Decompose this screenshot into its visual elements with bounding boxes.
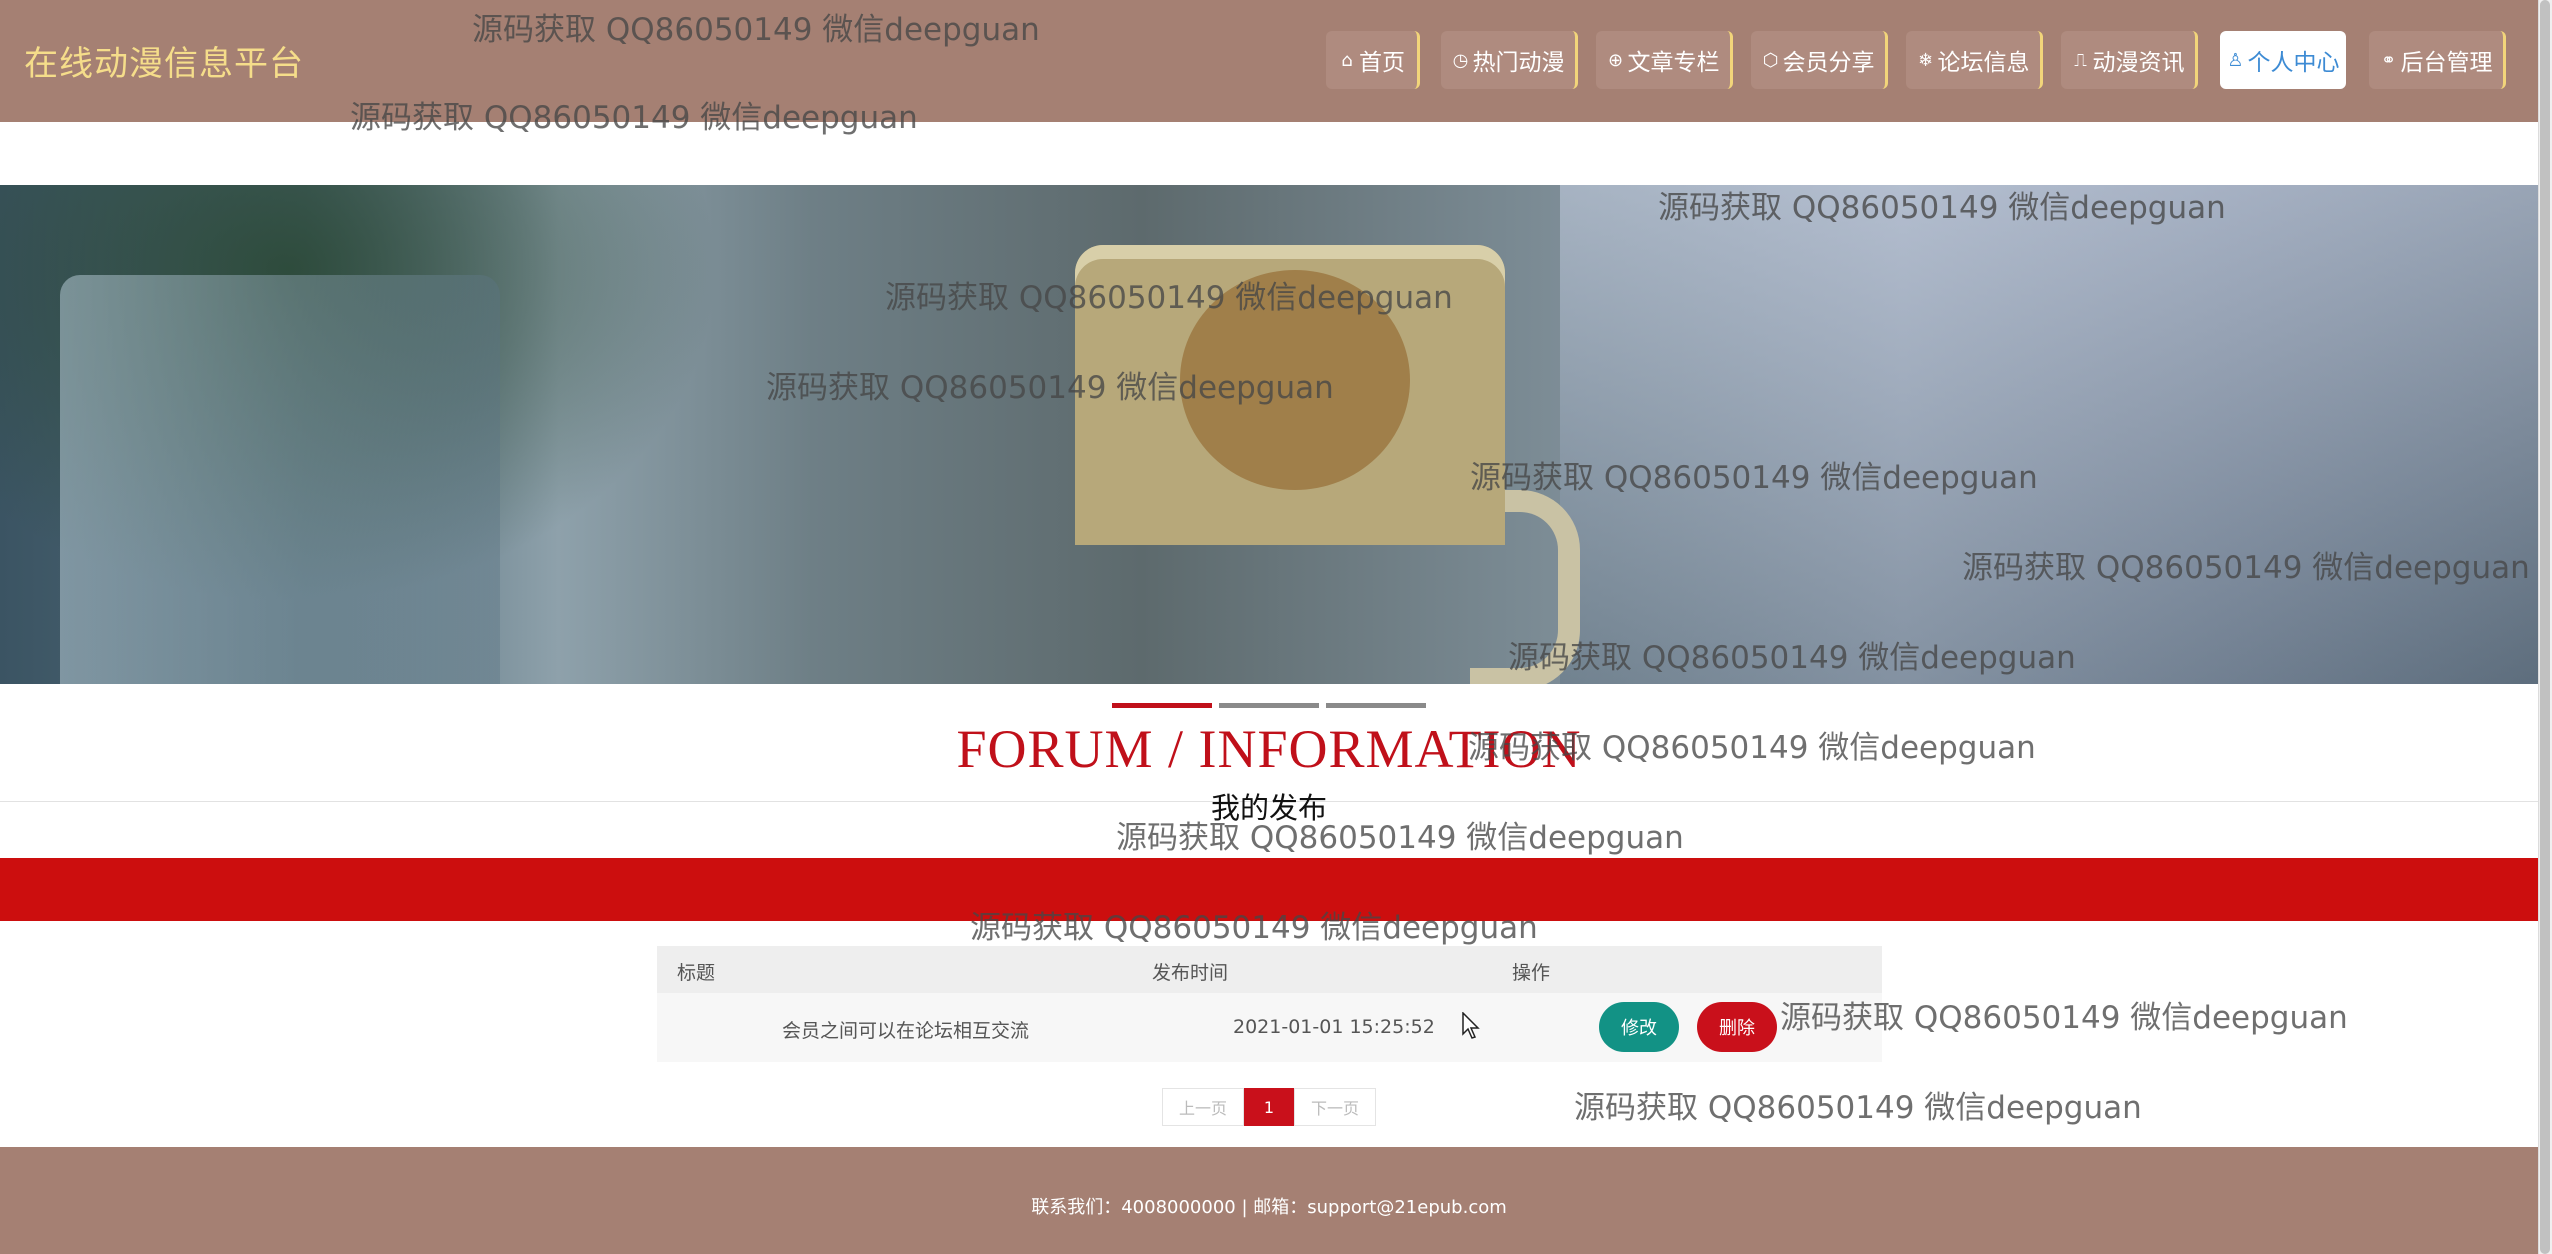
nav-personal-center[interactable]: ♙ 个人中心 bbox=[2220, 31, 2346, 89]
nav-member-share-label: 会员分享 bbox=[1782, 50, 1875, 76]
nav-articles-label: 文章专栏 bbox=[1627, 50, 1720, 76]
link-icon: ⚭ bbox=[2380, 49, 2397, 71]
header-time: 发布时间 bbox=[1152, 962, 1229, 984]
header-actions: 操作 bbox=[1512, 962, 1551, 984]
mouse-cursor-icon bbox=[1462, 1012, 1480, 1039]
pager-current-page[interactable]: 1 bbox=[1244, 1088, 1294, 1126]
delete-button[interactable]: 删除 bbox=[1697, 1002, 1777, 1052]
nav-anime-news-label: 动漫资讯 bbox=[2092, 50, 2185, 76]
nav-articles[interactable]: ⊕ 文章专栏 bbox=[1596, 31, 1733, 89]
banner-window bbox=[1560, 185, 2538, 684]
posts-table: 标题 发布时间 操作 会员之间可以在论坛相互交流 2021-01-01 15:2… bbox=[657, 946, 1882, 1062]
carousel-indicator-2[interactable] bbox=[1219, 703, 1319, 708]
row-title[interactable]: 会员之间可以在论坛相互交流 bbox=[782, 1016, 1029, 1043]
nav-home-label: 首页 bbox=[1359, 50, 1405, 76]
banner-glass-vase bbox=[60, 275, 500, 684]
header-title: 标题 bbox=[677, 962, 716, 984]
home-icon: ⌂ bbox=[1341, 49, 1353, 71]
section-title-en: FORUM / INFORMATION bbox=[956, 719, 1582, 779]
clock-icon: ◷ bbox=[1452, 49, 1469, 71]
nav-home[interactable]: ⌂ 首页 bbox=[1326, 31, 1420, 89]
snowflake-icon: ❄ bbox=[1917, 49, 1934, 71]
scrollbar-thumb[interactable] bbox=[2540, 0, 2550, 1254]
nav-hot-anime-label: 热门动漫 bbox=[1472, 50, 1565, 76]
nav-forum[interactable]: ❄ 论坛信息 bbox=[1906, 31, 2043, 89]
book-icon: ⎍ bbox=[2074, 49, 2087, 71]
row-time: 2021-01-01 15:25:52 bbox=[1233, 1016, 1435, 1038]
footer-contact: 联系我们：4008000000 | 邮箱：support@21epub.com bbox=[1031, 1197, 1507, 1218]
edit-button[interactable]: 修改 bbox=[1599, 1002, 1679, 1052]
table-header: 标题 发布时间 操作 bbox=[657, 946, 1882, 993]
box-icon: ⬡ bbox=[1762, 49, 1779, 71]
carousel-indicator-3[interactable] bbox=[1326, 703, 1426, 708]
pager-prev[interactable]: 上一页 bbox=[1162, 1088, 1244, 1126]
nav-member-share[interactable]: ⬡ 会员分享 bbox=[1751, 31, 1888, 89]
pager-next[interactable]: 下一页 bbox=[1294, 1088, 1376, 1126]
section-title-cn: 我的发布 bbox=[1210, 791, 1327, 825]
banner-cup-pattern bbox=[1180, 270, 1410, 490]
hero-banner-image bbox=[0, 185, 2538, 684]
nav-admin[interactable]: ⚭ 后台管理 bbox=[2369, 31, 2506, 89]
watermark: 源码获取 QQ86050149 微信deepguan bbox=[1574, 1090, 2142, 1126]
user-icon: ♙ bbox=[2227, 49, 2244, 71]
globe-icon: ⊕ bbox=[1607, 49, 1624, 71]
nav-anime-news[interactable]: ⎍ 动漫资讯 bbox=[2061, 31, 2198, 89]
carousel-indicator-1[interactable] bbox=[1112, 703, 1212, 708]
nav-hot-anime[interactable]: ◷ 热门动漫 bbox=[1441, 31, 1578, 89]
table-row: 会员之间可以在论坛相互交流 2021-01-01 15:25:52 修改 删除 bbox=[657, 993, 1882, 1062]
site-brand[interactable]: 在线动漫信息平台 bbox=[24, 36, 304, 85]
nav-personal-center-label: 个人中心 bbox=[2247, 50, 2340, 76]
nav-admin-label: 后台管理 bbox=[2400, 50, 2493, 76]
nav-forum-label: 论坛信息 bbox=[1937, 50, 2030, 76]
section-red-bar bbox=[0, 858, 2538, 921]
